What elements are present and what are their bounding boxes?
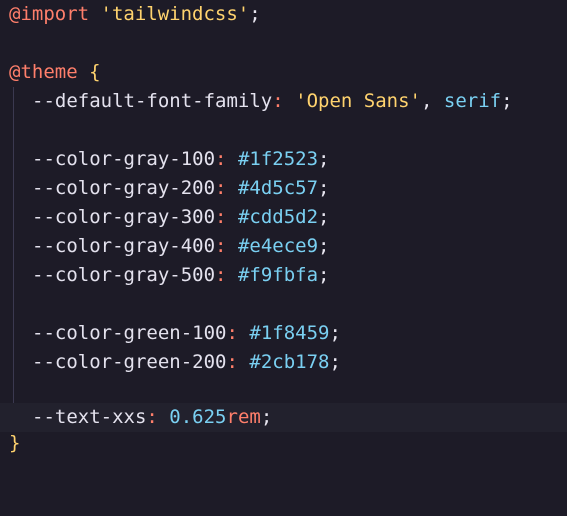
hex-value: #1f8459 <box>249 322 330 344</box>
string-literal: 'tailwindcss' <box>100 3 250 25</box>
code-text: --default-font-family: 'Open Sans', seri… <box>32 87 513 116</box>
property-name: --default-font-family <box>32 90 273 112</box>
code-editor[interactable]: @import 'tailwindcss'; @theme { --defaul… <box>0 0 567 462</box>
colon: : <box>215 177 227 199</box>
code-text: --color-green-100: #1f8459; <box>32 319 341 348</box>
semicolon: ; <box>501 90 513 112</box>
number-value: 0.625 <box>169 406 227 428</box>
code-line-12: --color-green-100: #1f8459; <box>0 319 567 348</box>
unit: rem <box>226 406 261 428</box>
property-value: serif <box>443 90 502 112</box>
hex-value: #e4ece9 <box>237 235 319 257</box>
code-line-13: --color-green-200: #2cb178; <box>0 348 567 377</box>
semicolon: ; <box>318 177 330 199</box>
code-text: --color-gray-100: #1f2523; <box>32 145 329 174</box>
code-line-16: } <box>0 429 567 458</box>
property-name: --color-green-200 <box>32 351 227 373</box>
property-name: --color-gray-200 <box>32 177 216 199</box>
code-line-6: --color-gray-100: #1f2523; <box>0 145 567 174</box>
hex-value: #f9fbfa <box>237 264 319 286</box>
colon: : <box>215 148 227 170</box>
code-text: --color-gray-300: #cdd5d2; <box>32 203 329 232</box>
code-line-7: --color-gray-200: #4d5c57; <box>0 174 567 203</box>
string-literal: 'Open Sans' <box>295 90 421 112</box>
code-text: --color-gray-200: #4d5c57; <box>32 174 329 203</box>
semicolon: ; <box>318 148 330 170</box>
code-line-4: --default-font-family: 'Open Sans', seri… <box>0 87 567 116</box>
at-rule-keyword: @theme <box>9 61 78 83</box>
code-line-10: --color-gray-500: #f9fbfa; <box>0 261 567 290</box>
code-text: --color-gray-400: #e4ece9; <box>32 232 329 261</box>
colon: : <box>226 351 238 373</box>
semicolon: ; <box>249 3 261 25</box>
comma: , <box>420 90 433 112</box>
colon: : <box>215 206 227 228</box>
code-text: @theme { <box>9 58 101 87</box>
colon: : <box>215 264 227 286</box>
colon: : <box>146 406 158 428</box>
semicolon: ; <box>318 264 330 286</box>
semicolon: ; <box>260 406 273 428</box>
code-text: @import 'tailwindcss'; <box>9 0 261 29</box>
property-name: --color-gray-100 <box>32 148 216 170</box>
colon: : <box>272 90 284 112</box>
property-name: --color-gray-400 <box>32 235 216 257</box>
colon: : <box>215 235 227 257</box>
at-rule-keyword: @import <box>9 3 90 25</box>
code-line-3: @theme { <box>0 58 567 87</box>
semicolon: ; <box>318 206 330 228</box>
code-text: --text-xxs: 0.625rem; <box>32 403 272 432</box>
code-line-1: @import 'tailwindcss'; <box>0 0 567 29</box>
colon: : <box>226 322 238 344</box>
hex-value: #1f2523 <box>237 148 319 170</box>
semicolon: ; <box>318 235 330 257</box>
code-text: --color-gray-500: #f9fbfa; <box>32 261 329 290</box>
property-name: --color-gray-300 <box>32 206 216 228</box>
code-line-8: --color-gray-300: #cdd5d2; <box>0 203 567 232</box>
semicolon: ; <box>329 322 341 344</box>
semicolon: ; <box>329 351 341 373</box>
property-name: --color-gray-500 <box>32 264 216 286</box>
close-brace: } <box>9 432 21 454</box>
code-line-9: --color-gray-400: #e4ece9; <box>0 232 567 261</box>
hex-value: #2cb178 <box>249 351 330 373</box>
hex-value: #cdd5d2 <box>237 206 319 228</box>
hex-value: #4d5c57 <box>237 177 319 199</box>
property-name: --color-green-100 <box>32 322 227 344</box>
open-brace: { <box>89 61 101 83</box>
code-line-15-current: --text-xxs: 0.625rem; <box>0 403 567 432</box>
property-name: --text-xxs <box>32 406 147 428</box>
code-text: --color-green-200: #2cb178; <box>32 348 341 377</box>
code-text: } <box>9 429 20 458</box>
